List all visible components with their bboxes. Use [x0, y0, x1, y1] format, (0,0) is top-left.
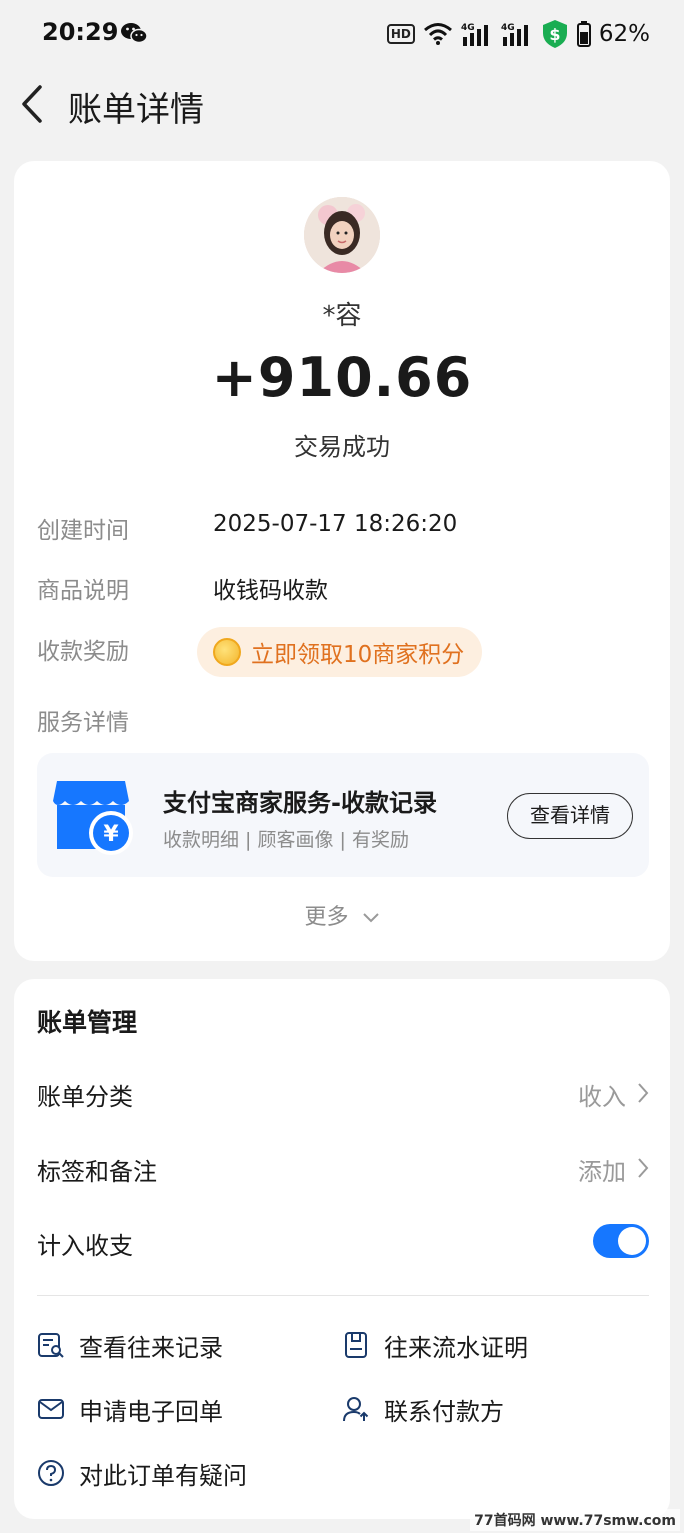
- service-subtitle: 收款明细 | 顾客画像 | 有奖励: [163, 829, 409, 851]
- chevron-down-icon: [362, 913, 379, 923]
- shield-icon: $: [542, 20, 567, 48]
- count-in-stats-label: 计入收支: [37, 1232, 133, 1260]
- svg-text:4G: 4G: [501, 23, 515, 33]
- wifi-icon: [423, 23, 452, 45]
- avatar-image: [304, 197, 380, 273]
- battery-percent: 62%: [598, 21, 650, 47]
- bill-category-value: 收入: [578, 1083, 626, 1111]
- flow-proof-link[interactable]: 往来流水证明: [342, 1321, 528, 1369]
- svg-text:4G: 4G: [461, 23, 475, 33]
- view-records-link[interactable]: 查看往来记录: [37, 1321, 223, 1369]
- chevron-right-icon: [638, 1158, 649, 1178]
- shop-icon: ¥: [53, 781, 133, 855]
- chevron-right-icon: [638, 1083, 649, 1103]
- order-question-label: 对此订单有疑问: [79, 1461, 247, 1490]
- watermark: 77首码网 www.77smw.com: [470, 1509, 680, 1531]
- hd-icon: HD: [386, 24, 415, 44]
- tags-notes-row[interactable]: 标签和备注 添加: [14, 1140, 670, 1196]
- contact-payer-link[interactable]: 联系付款方: [342, 1385, 504, 1433]
- service-title: 支付宝商家服务-收款记录: [163, 789, 437, 817]
- user-contact-icon: [343, 1397, 369, 1422]
- bill-management-card: 账单管理 账单分类 收入 标签和备注 添加 计入收支 查看往来记录 往来流水证明…: [14, 979, 670, 1519]
- status-time: 20:29: [42, 18, 119, 46]
- toggle-knob: [618, 1227, 646, 1255]
- service-detail-label: 服务详情: [37, 710, 129, 736]
- merchant-service-card[interactable]: ¥ 支付宝商家服务-收款记录 收款明细 | 顾客画像 | 有奖励 查看详情: [37, 753, 649, 877]
- created-time-label: 创建时间: [37, 518, 129, 544]
- coin-icon: [213, 638, 241, 666]
- transaction-status: 交易成功: [294, 433, 390, 461]
- e-receipt-label: 申请电子回单: [79, 1397, 223, 1426]
- question-icon: [38, 1460, 64, 1486]
- e-receipt-link[interactable]: 申请电子回单: [37, 1385, 223, 1433]
- bill-management-title: 账单管理: [37, 1008, 138, 1037]
- transaction-card: *容 +910.66 交易成功 创建时间 2025-07-17 18:26:20…: [14, 161, 670, 961]
- mail-icon: [38, 1399, 64, 1419]
- order-question-link[interactable]: 对此订单有疑问: [37, 1449, 247, 1497]
- battery-icon: [576, 21, 591, 47]
- status-indicators: HD 4G 4G $ 62%: [386, 18, 650, 50]
- transaction-amount: +910.66: [211, 346, 473, 409]
- product-desc-value: 收钱码收款: [213, 578, 328, 604]
- tags-notes-label: 标签和备注: [37, 1158, 157, 1186]
- created-time-value: 2025-07-17 18:26:20: [213, 511, 458, 537]
- flow-proof-label: 往来流水证明: [384, 1333, 528, 1362]
- back-button[interactable]: [10, 80, 54, 128]
- status-bar: 20:29 HD 4G 4G $ 62%: [0, 0, 684, 68]
- bill-category-label: 账单分类: [37, 1083, 133, 1111]
- payer-name: *容: [322, 301, 362, 331]
- svg-text:$: $: [549, 25, 560, 44]
- more-label: 更多: [304, 905, 349, 930]
- chevron-left-icon: [22, 85, 42, 123]
- record-search-icon: [38, 1333, 64, 1358]
- signal-4g-icon: 4G: [461, 23, 488, 46]
- more-button[interactable]: 更多: [14, 899, 670, 931]
- reward-label: 收款奖励: [37, 639, 129, 665]
- claim-reward-text: 立即领取10商家积分: [251, 642, 465, 668]
- document-icon: [345, 1332, 367, 1358]
- view-records-label: 查看往来记录: [79, 1333, 223, 1362]
- page-title: 账单详情: [68, 90, 204, 130]
- count-in-stats-row: 计入收支: [14, 1214, 670, 1270]
- claim-reward-button[interactable]: 立即领取10商家积分: [197, 627, 483, 677]
- tags-notes-value: 添加: [578, 1158, 626, 1186]
- count-in-stats-toggle[interactable]: [593, 1224, 649, 1258]
- view-details-button[interactable]: 查看详情: [507, 793, 633, 839]
- contact-payer-label: 联系付款方: [384, 1397, 504, 1426]
- bill-category-row[interactable]: 账单分类 收入: [14, 1065, 670, 1121]
- wechat-icon: [121, 23, 148, 44]
- svg-text:¥: ¥: [103, 822, 119, 847]
- nav-bar: 账单详情: [0, 68, 684, 140]
- product-desc-label: 商品说明: [37, 578, 129, 604]
- signal-4g-icon: 4G: [501, 23, 528, 46]
- avatar[interactable]: [304, 197, 380, 273]
- divider: [37, 1295, 649, 1296]
